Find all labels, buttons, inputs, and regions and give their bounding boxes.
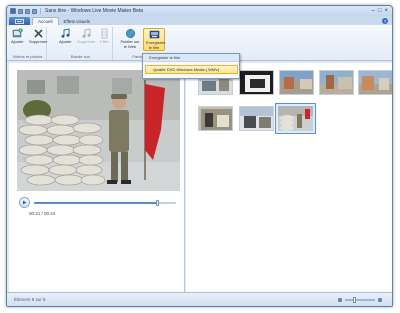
trim-button[interactable]: Pilier bbox=[99, 28, 110, 45]
status-bar: Élément 8 sur 8 bbox=[7, 292, 392, 306]
clip-thumbnail-image bbox=[359, 71, 392, 94]
group-videos-photos: Ajouter Supprimer Vidéos et photos bbox=[9, 27, 47, 60]
remove-music-icon bbox=[81, 28, 92, 39]
publish-web-label: Publier sur le Web bbox=[120, 39, 140, 49]
app-menu-icon[interactable] bbox=[10, 8, 16, 14]
group-label-bande-son: Bande son bbox=[70, 54, 91, 59]
save-movie-icon bbox=[149, 29, 160, 40]
clip-thumbnail-image bbox=[280, 71, 313, 94]
remove-music-label: Supprimer bbox=[77, 39, 96, 44]
save-movie-button[interactable]: Enregistrer le film bbox=[143, 28, 166, 51]
ribbon-tabs: Accueil Effets visuels ? bbox=[7, 16, 392, 25]
undo-icon[interactable] bbox=[25, 8, 30, 14]
tab-effets-visuels[interactable]: Effets visuels bbox=[59, 17, 95, 25]
save-icon[interactable] bbox=[18, 8, 23, 14]
play-icon bbox=[23, 200, 27, 205]
delete-clip-label: Supprimer bbox=[29, 39, 48, 44]
zoom-slider[interactable] bbox=[345, 296, 375, 303]
add-music-icon bbox=[60, 28, 71, 39]
zoom-out-icon[interactable] bbox=[338, 297, 342, 302]
seek-bar-fill bbox=[34, 202, 159, 204]
seek-bar[interactable] bbox=[34, 200, 176, 206]
add-clip-label: Ajouter bbox=[11, 39, 24, 44]
delete-clip-button[interactable]: Supprimer bbox=[29, 28, 47, 45]
app-button[interactable] bbox=[9, 17, 30, 25]
window-title: Sans titre - Windows Live Movie Maker Be… bbox=[45, 8, 144, 14]
clip-thumbnail-image bbox=[199, 107, 232, 130]
storyboard-clip[interactable] bbox=[239, 106, 274, 131]
storyboard-clip[interactable] bbox=[358, 70, 392, 95]
add-clip-icon bbox=[12, 28, 23, 39]
delete-icon bbox=[33, 28, 44, 39]
menu-item-dvd-quality[interactable]: Qualité DVD Windows Media (.WMV) bbox=[145, 65, 238, 74]
storyboard-clip[interactable] bbox=[198, 106, 233, 131]
window-controls: – □ × bbox=[372, 8, 392, 14]
publish-web-icon bbox=[125, 28, 136, 39]
save-movie-menu: Enregistrer le film Qualité DVD Windows … bbox=[142, 53, 240, 79]
zoom-slider-handle[interactable] bbox=[353, 296, 356, 303]
minimize-icon[interactable]: – bbox=[372, 8, 375, 14]
tab-accueil[interactable]: Accueil bbox=[32, 17, 59, 25]
app-menu-glyph-icon bbox=[15, 18, 24, 24]
trim-label: Pilier bbox=[100, 39, 109, 44]
play-button[interactable] bbox=[19, 197, 30, 208]
clip-thumbnail-image bbox=[240, 71, 273, 94]
clip-thumbnail-image bbox=[278, 106, 313, 131]
storyboard-clip[interactable] bbox=[319, 70, 354, 95]
maximize-icon[interactable]: □ bbox=[378, 8, 382, 14]
clip-thumbnail-image bbox=[320, 71, 353, 94]
quick-access-toolbar bbox=[7, 8, 42, 14]
add-music-button[interactable]: Ajouter bbox=[59, 28, 72, 45]
seek-bar-handle[interactable] bbox=[156, 200, 160, 206]
playback-controls bbox=[19, 197, 179, 211]
app-window: Sans titre - Windows Live Movie Maker Be… bbox=[6, 5, 393, 307]
toolbar-divider bbox=[40, 8, 41, 14]
menu-header: Enregistrer le film bbox=[143, 54, 239, 62]
trim-icon bbox=[99, 28, 110, 39]
title-bar: Sans titre - Windows Live Movie Maker Be… bbox=[7, 6, 392, 16]
publish-web-button[interactable]: Publier sur le Web bbox=[120, 28, 140, 49]
remove-music-button[interactable]: Supprimer bbox=[77, 28, 95, 45]
storyboard-clip[interactable] bbox=[279, 70, 314, 95]
preview-pane: 00:21 / 00:24 bbox=[9, 63, 185, 292]
add-clip-button[interactable]: Ajouter bbox=[11, 28, 24, 45]
clip-thumbnail-image bbox=[240, 107, 273, 130]
save-movie-label: Enregistrer le film bbox=[146, 40, 166, 50]
storyboard-clip-selected[interactable] bbox=[275, 103, 316, 134]
help-icon[interactable]: ? bbox=[382, 18, 388, 24]
redo-icon[interactable] bbox=[32, 8, 37, 14]
zoom-control bbox=[338, 296, 382, 303]
time-readout: 00:21 / 00:24 bbox=[29, 211, 56, 216]
storyboard-clip[interactable] bbox=[239, 70, 274, 95]
video-preview[interactable] bbox=[17, 70, 180, 191]
video-frame-image bbox=[17, 70, 180, 191]
storyboard bbox=[186, 63, 392, 292]
status-text: Élément 8 sur 8 bbox=[14, 297, 46, 302]
group-bande-son: Ajouter Supprimer Pilier Bande son bbox=[49, 27, 113, 60]
group-label-videos-photos: Vidéos et photos bbox=[12, 54, 43, 59]
close-icon[interactable]: × bbox=[384, 8, 388, 14]
add-music-label: Ajouter bbox=[59, 39, 72, 44]
zoom-in-icon[interactable] bbox=[378, 297, 382, 302]
